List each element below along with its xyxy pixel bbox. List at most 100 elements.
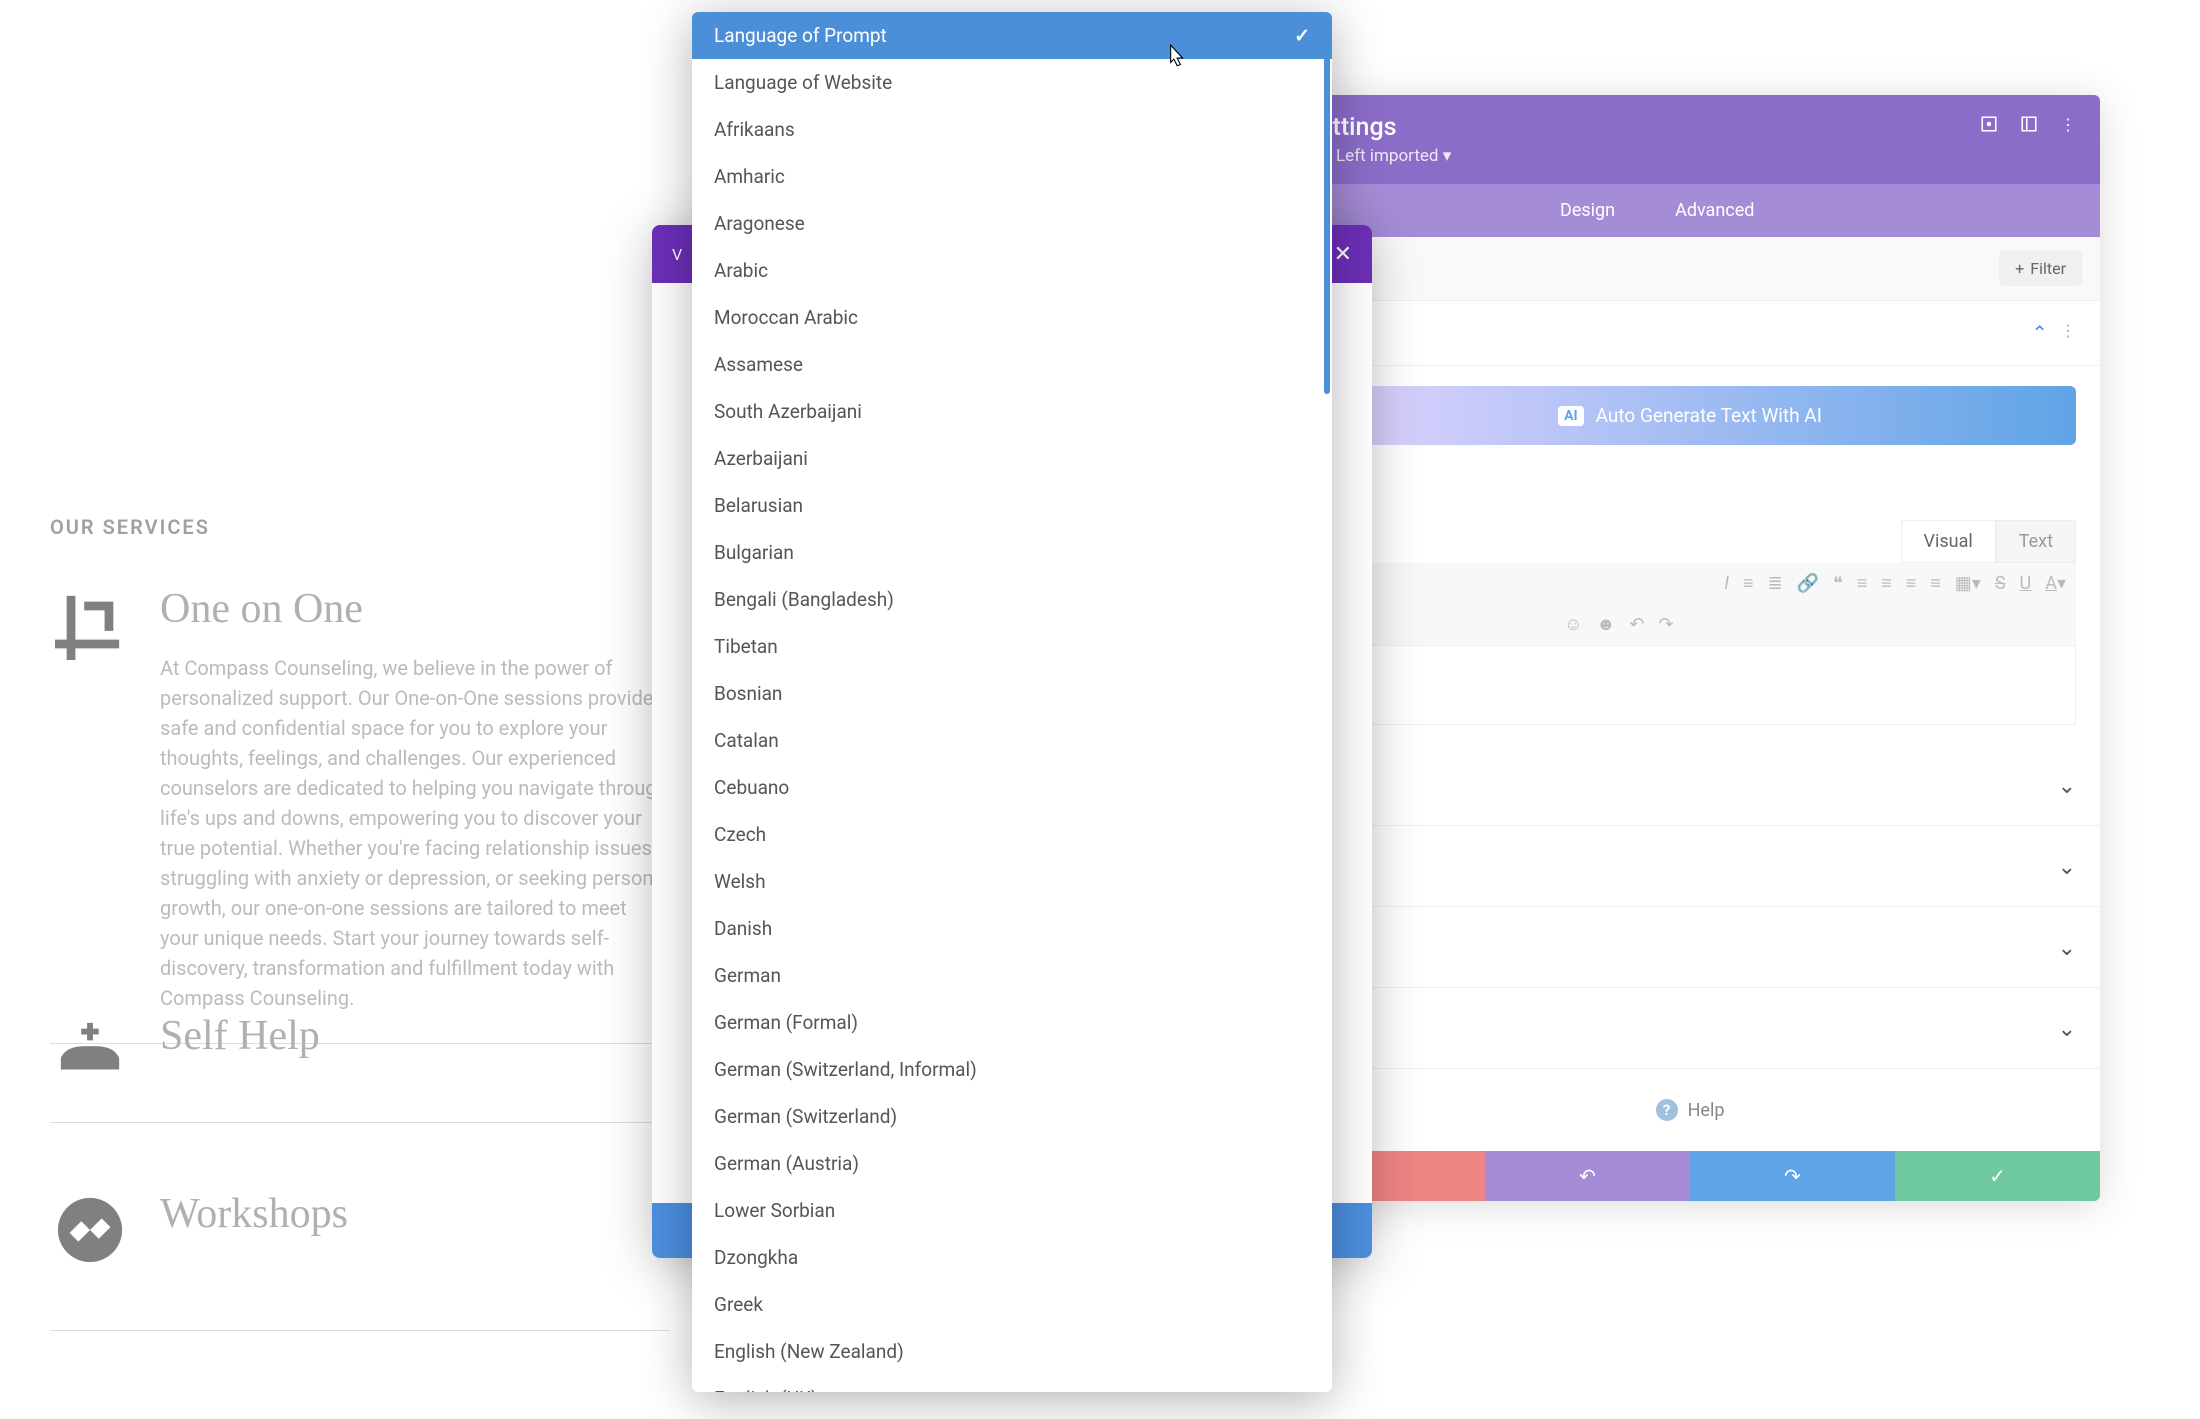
align-justify-icon[interactable]: ≡ [1930,573,1941,594]
settings-panel: Settings age Left imported ▾ Design Adva… [1280,95,2100,1201]
chevron-down-icon [2058,933,2076,961]
language-option[interactable]: Cebuano [692,764,1332,811]
editor-textarea[interactable] [1304,645,2076,725]
filter-button[interactable]: + Filter [1999,251,2082,286]
language-dropdown: Language of PromptLanguage of WebsiteAfr… [692,12,1332,1392]
link-icon[interactable]: 🔗 [1797,573,1819,594]
quote-icon[interactable]: ❝ [1833,573,1843,594]
language-option[interactable]: Dzongkha [692,1234,1332,1281]
language-option[interactable]: Aragonese [692,200,1332,247]
redo-button[interactable]: ↷ [1690,1151,1895,1201]
language-option[interactable]: English (UK) [692,1375,1332,1392]
language-option[interactable]: German (Formal) [692,999,1332,1046]
align-left-icon[interactable]: ≡ [1857,573,1868,594]
section-more-icon[interactable] [2060,321,2076,345]
align-center-icon[interactable]: ≡ [1881,573,1892,594]
expand-icon[interactable] [1980,115,2000,135]
language-option[interactable]: Arabic [692,247,1332,294]
settings-subtitle: age Left imported ▾ [1304,146,2076,166]
service-title: Workshops [160,1190,348,1238]
strikethrough-icon[interactable]: S [1995,573,2006,594]
chevron-down-icon [2058,852,2076,880]
language-option[interactable]: English (New Zealand) [692,1328,1332,1375]
italic-icon[interactable]: I [1724,573,1729,594]
help-icon: ? [1656,1099,1678,1121]
collapsed-section-3[interactable]: nd [1280,907,2100,988]
layout-icon[interactable] [2020,115,2040,135]
editor-tab-text[interactable]: Text [1996,520,2076,563]
chevron-down-icon [2058,771,2076,799]
more-icon[interactable] [2060,115,2080,135]
language-option[interactable]: Moroccan Arabic [692,294,1332,341]
ai-badge-icon: AI [1558,406,1584,426]
language-option[interactable]: Belarusian [692,482,1332,529]
underline-icon[interactable]: U [2020,573,2032,594]
settings-header: Settings age Left imported ▾ [1280,95,2100,184]
panel-footer: ↶ ↷ ✓ [1280,1151,2100,1201]
text-editor: Visual Text I ≡ ≣ 🔗 ❝ ≡ ≡ ≡ ≡ ▦▾ S U A▾ … [1304,520,2076,725]
tab-advanced[interactable]: Advanced [1645,184,1784,237]
chevron-down-icon [2058,1014,2076,1042]
language-option[interactable]: Tibetan [692,623,1332,670]
service-description: At Compass Counseling, we believe in the… [160,653,670,1013]
filter-row: + Filter [1280,237,2100,301]
language-option[interactable]: Danish [692,905,1332,952]
list-ol-icon[interactable]: ≣ [1768,573,1783,594]
language-option[interactable]: South Azerbaijani [692,388,1332,435]
collapsed-section-4[interactable]: el [1280,988,2100,1069]
list-ul-icon[interactable]: ≡ [1743,573,1754,594]
editor-tab-visual[interactable]: Visual [1901,520,1996,563]
language-option[interactable]: Bosnian [692,670,1332,717]
hands-helping-icon [50,1012,130,1092]
service-workshops[interactable]: Workshops [50,1160,670,1331]
section-text[interactable] [1280,301,2100,366]
undo-icon[interactable]: ↶ [1629,614,1644,635]
language-option[interactable]: German (Austria) [692,1140,1332,1187]
language-option[interactable]: Catalan [692,717,1332,764]
collapsed-section-2[interactable] [1280,826,2100,907]
ai-modal-title: V [672,245,682,264]
collapsed-section-1[interactable] [1280,745,2100,826]
emoji2-icon[interactable]: ☻ [1596,614,1615,635]
undo-button[interactable]: ↶ [1485,1151,1690,1201]
language-option[interactable]: German (Switzerland) [692,1093,1332,1140]
service-title: Self Help [160,1012,320,1060]
dropdown-scrollbar[interactable] [1324,14,1330,394]
settings-body: AI Auto Generate Text With AI y Visual T… [1280,301,2100,1151]
help-link[interactable]: ? Help [1280,1069,2100,1151]
language-option[interactable]: Bengali (Bangladesh) [692,576,1332,623]
language-option[interactable]: German (Switzerland, Informal) [692,1046,1332,1093]
language-option[interactable]: Amharic [692,153,1332,200]
cursor-icon [1164,44,1186,76]
language-option[interactable]: Language of Prompt [692,12,1332,59]
service-self-help[interactable]: Self Help [50,982,670,1123]
section-heading: OUR SERVICES [50,515,210,539]
emoji-icon[interactable]: ☺ [1564,614,1582,635]
language-option[interactable]: Czech [692,811,1332,858]
crop-icon [50,585,130,665]
language-option[interactable]: Assamese [692,341,1332,388]
language-option[interactable]: Language of Website [692,59,1332,106]
language-option[interactable]: Greek [692,1281,1332,1328]
language-option[interactable]: Azerbaijani [692,435,1332,482]
service-title: One on One [160,585,670,633]
text-color-icon[interactable]: A▾ [2045,573,2066,594]
save-button[interactable]: ✓ [1895,1151,2100,1201]
language-option[interactable]: Lower Sorbian [692,1187,1332,1234]
messenger-icon [50,1190,130,1270]
table-icon[interactable]: ▦▾ [1955,573,1981,594]
plus-icon: + [2015,259,2024,278]
align-right-icon[interactable]: ≡ [1906,573,1917,594]
collapse-icon[interactable] [2031,321,2048,345]
tab-design[interactable]: Design [1530,184,1645,237]
close-icon[interactable]: ✕ [1334,242,1352,267]
language-option[interactable]: German [692,952,1332,999]
ai-generate-button[interactable]: AI Auto Generate Text With AI [1304,386,2076,445]
language-option[interactable]: Welsh [692,858,1332,905]
language-option[interactable]: Bulgarian [692,529,1332,576]
service-one-on-one[interactable]: One on One At Compass Counseling, we bel… [50,555,670,1044]
body-label: y [1280,465,2100,520]
language-option[interactable]: Afrikaans [692,106,1332,153]
editor-toolbar-2: ☺ ☻ ↶ ↷ [1304,604,2076,645]
redo-icon[interactable]: ↷ [1658,614,1673,635]
